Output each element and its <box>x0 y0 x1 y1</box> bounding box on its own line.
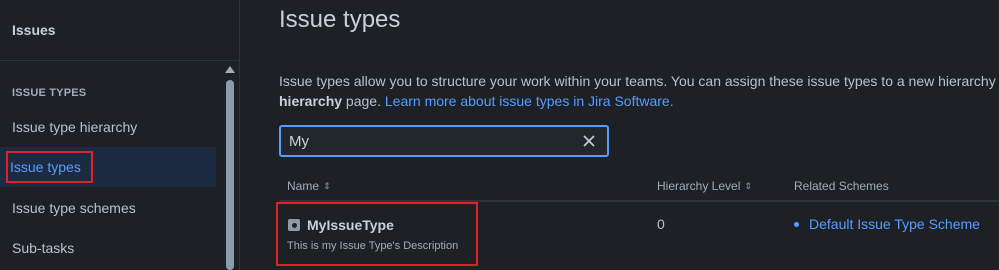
scroll-up-arrow-icon[interactable] <box>225 66 235 73</box>
main-content: Issue types Issue types allow you to str… <box>241 0 999 270</box>
description-line-1: Issue types allow you to structure your … <box>279 73 996 89</box>
sidebar-scrollbar[interactable] <box>223 66 237 270</box>
related-scheme-link[interactable]: Default Issue Type Scheme <box>809 216 980 232</box>
sidebar-item-issue-types[interactable]: Issue types <box>0 147 216 187</box>
learn-more-link[interactable]: Learn more about issue types in Jira Sof… <box>385 93 674 109</box>
bullet-icon <box>794 221 799 227</box>
close-icon[interactable] <box>579 131 599 151</box>
description-text: page. <box>342 93 385 109</box>
column-header-name[interactable]: Name ⇕ <box>287 179 331 193</box>
hierarchy-level-value: 0 <box>657 216 665 232</box>
sidebar-item-label: Issue types <box>6 151 93 183</box>
sidebar-item-label: Issue type schemes <box>12 200 136 216</box>
sidebar-item-issue-type-hierarchy[interactable]: Issue type hierarchy <box>0 107 216 147</box>
sidebar-item-issue-type-schemes[interactable]: Issue type schemes <box>0 188 216 228</box>
related-scheme-item: Default Issue Type Scheme <box>794 216 980 232</box>
sidebar-item-sub-tasks[interactable]: Sub-tasks <box>0 228 216 268</box>
page-title: Issue types <box>279 6 401 33</box>
table-header: Name ⇕ Hierarchy Level ⇕ Related Schemes <box>279 168 999 202</box>
description-bold: hierarchy <box>279 93 343 109</box>
issue-type-name[interactable]: MyIssueType <box>307 217 394 233</box>
column-header-hierarchy-level[interactable]: Hierarchy Level ⇕ <box>657 179 752 193</box>
description-line-2: hierarchy page. Learn more about issue t… <box>279 91 999 111</box>
search-input[interactable] <box>289 132 579 150</box>
issue-type-description: This is my Issue Type's Description <box>287 240 459 252</box>
table-row-name-cell[interactable]: MyIssueType This is my Issue Type's Desc… <box>276 202 478 266</box>
page-description: Issue types allow you to structure your … <box>279 71 999 111</box>
sidebar-header: Issues <box>12 22 56 38</box>
issue-type-icon <box>288 219 300 231</box>
column-header-related-schemes: Related Schemes <box>794 179 889 193</box>
sidebar-divider <box>0 60 240 61</box>
sort-icon: ⇕ <box>744 180 752 191</box>
scroll-thumb[interactable] <box>226 80 234 270</box>
sidebar-item-label: Sub-tasks <box>12 240 75 256</box>
sort-icon: ⇕ <box>323 180 331 191</box>
search-field[interactable] <box>279 125 609 157</box>
sidebar: Issues ISSUE TYPES Issue type hierarchy … <box>0 0 240 270</box>
section-title-issue-types: ISSUE TYPES <box>12 87 87 99</box>
sidebar-item-label: Issue type hierarchy <box>12 119 138 135</box>
